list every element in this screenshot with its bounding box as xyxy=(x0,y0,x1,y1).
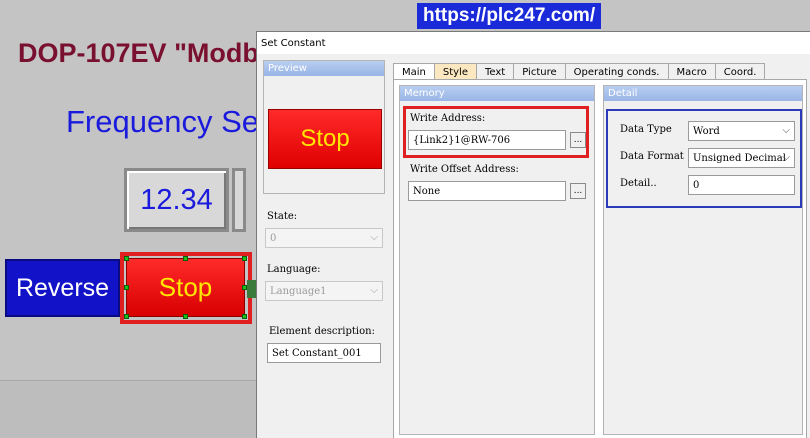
tab-text-label: Text xyxy=(485,66,506,78)
tab-macro-label: Macro xyxy=(676,66,707,78)
state-label: State: xyxy=(267,211,298,222)
tab-main[interactable]: Main xyxy=(393,63,435,80)
tab-operating-conds[interactable]: Operating conds. xyxy=(564,63,669,80)
dialog-body: Preview Stop State: 0 ⌵ Language: Langua… xyxy=(257,54,810,438)
selection-handle[interactable] xyxy=(242,256,247,261)
tab-operating-conds-label: Operating conds. xyxy=(573,66,660,78)
tab-style[interactable]: Style xyxy=(433,63,477,80)
set-constant-dialog: Set Constant Preview Stop State: 0 ⌵ Lan… xyxy=(256,31,810,438)
hmi-numeric-display-edge xyxy=(232,168,246,232)
tab-text[interactable]: Text xyxy=(476,63,515,80)
selection-handle[interactable] xyxy=(124,256,129,261)
tab-picture-label: Picture xyxy=(522,66,557,78)
selection-handle[interactable] xyxy=(124,285,129,290)
tab-macro[interactable]: Macro xyxy=(667,63,716,80)
selection-handle[interactable] xyxy=(242,314,247,319)
selection-handle[interactable] xyxy=(124,314,129,319)
write-offset-label: Write Offset Address: xyxy=(410,164,519,175)
detail-header: Detail xyxy=(604,86,802,101)
write-offset-field[interactable]: None xyxy=(408,181,566,201)
hmi-numeric-display[interactable]: 12.34 xyxy=(124,168,229,232)
tab-coord[interactable]: Coord. xyxy=(714,63,766,80)
hmi-title: DOP-107EV "Modb xyxy=(18,38,259,68)
selection-handle[interactable] xyxy=(183,314,188,319)
memory-header: Memory xyxy=(400,86,594,101)
language-value: Language1 xyxy=(270,285,327,297)
write-offset-value: None xyxy=(413,185,441,197)
state-value: 0 xyxy=(270,232,277,244)
element-description-value: Set Constant_001 xyxy=(272,347,362,359)
element-description-input[interactable]: Set Constant_001 xyxy=(267,343,381,363)
selection-handle[interactable] xyxy=(183,256,188,261)
language-select: Language1 ⌵ xyxy=(265,281,383,301)
hmi-stop-button[interactable]: Stop xyxy=(126,258,245,317)
dialog-title: Set Constant xyxy=(261,37,326,49)
state-select: 0 ⌵ xyxy=(265,228,383,248)
hmi-bottom-strip xyxy=(0,380,256,438)
detail-highlight xyxy=(606,109,802,208)
preview-panel: Preview Stop xyxy=(263,60,385,194)
dialog-title-bar[interactable]: Set Constant xyxy=(257,32,810,54)
url-watermark: https://plc247.com/ xyxy=(417,3,602,29)
url-text: https://plc247.com/ xyxy=(423,5,596,26)
tab-main-label: Main xyxy=(402,66,426,78)
hmi-reverse-button[interactable]: Reverse xyxy=(5,259,120,317)
tab-style-label: Style xyxy=(442,66,468,78)
preview-header: Preview xyxy=(264,61,384,76)
hmi-reverse-label: Reverse xyxy=(15,273,110,302)
language-label: Language: xyxy=(267,264,321,275)
hmi-value-text: 12.34 xyxy=(140,183,213,216)
write-offset-browse-button[interactable]: ... xyxy=(570,183,586,199)
chevron-down-icon: ⌵ xyxy=(370,285,378,296)
hmi-frequency-label: Frequency Se xyxy=(66,104,259,139)
tab-picture[interactable]: Picture xyxy=(513,63,566,80)
tab-coord-label: Coord. xyxy=(723,66,757,78)
element-description-label: Element description: xyxy=(269,326,375,337)
hmi-stop-label: Stop xyxy=(158,272,213,302)
browse-label: ... xyxy=(573,186,583,196)
preview-stop-button: Stop xyxy=(268,109,382,169)
chevron-down-icon: ⌵ xyxy=(370,232,378,243)
write-address-highlight xyxy=(403,106,589,158)
preview-stop-label: Stop xyxy=(300,125,350,152)
tab-bar: Main Style Text Picture Operating conds.… xyxy=(393,63,766,80)
